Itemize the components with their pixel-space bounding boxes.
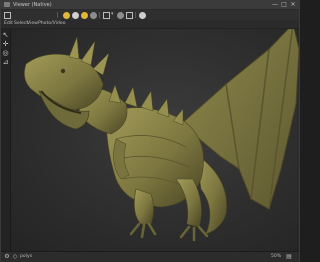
menu-photo-video[interactable]: Photo/Video xyxy=(38,20,66,28)
chevron-down-icon[interactable]: ▾ xyxy=(111,11,114,17)
title-bar: Viewer (Native) — □ ✕ xyxy=(1,1,299,10)
window-controls: — □ ✕ xyxy=(272,2,296,8)
dragon-model xyxy=(24,29,299,242)
window-title: Viewer (Native) xyxy=(13,2,52,8)
menu-bar: Edit Select View Photo/Video xyxy=(1,20,299,29)
polys-label: polys xyxy=(20,254,33,259)
toolbar-divider xyxy=(99,12,100,18)
light-icon[interactable] xyxy=(81,11,88,19)
close-button[interactable]: ✕ xyxy=(290,2,296,8)
3d-viewport[interactable] xyxy=(11,29,299,251)
menu-edit[interactable]: Edit xyxy=(4,20,13,28)
camera-icon[interactable] xyxy=(90,11,97,19)
minimize-button[interactable]: — xyxy=(272,2,278,8)
transform-icon[interactable] xyxy=(126,11,133,19)
view-options-icon[interactable]: ▤ xyxy=(286,253,292,260)
zoom-level[interactable]: 50% xyxy=(271,252,281,262)
shading-icon[interactable] xyxy=(139,11,146,19)
sphere-icon[interactable] xyxy=(72,11,79,19)
toolbar-divider xyxy=(135,12,136,18)
scale-icon[interactable]: ⊿ xyxy=(2,59,9,66)
toolbar: ▾ xyxy=(1,10,299,20)
sphere-dark-icon[interactable] xyxy=(117,11,124,19)
frame-icon[interactable] xyxy=(103,11,110,19)
move-icon[interactable]: ✛ xyxy=(2,41,9,48)
maximize-button[interactable]: □ xyxy=(281,2,287,8)
sphere-yellow-icon[interactable] xyxy=(63,11,70,19)
tool-strip: ↖ ✛ ◎ ⊿ xyxy=(1,29,11,251)
select-tool-button[interactable] xyxy=(4,11,11,19)
left-leg xyxy=(134,188,154,225)
polys-icon: ◇ xyxy=(12,252,18,260)
status-bar: ⚙ ◇ polys 50% ▤ xyxy=(1,251,299,262)
app-icon xyxy=(4,2,10,7)
menu-view[interactable]: View xyxy=(27,20,38,28)
viewer-window: Viewer (Native) — □ ✕ ▾ Edit Select View… xyxy=(0,0,300,262)
toolbar-divider xyxy=(57,12,58,18)
arrow-icon[interactable]: ↖ xyxy=(2,32,9,39)
rotate-icon[interactable]: ◎ xyxy=(2,50,9,57)
settings-icon[interactable]: ⚙ xyxy=(4,253,10,260)
